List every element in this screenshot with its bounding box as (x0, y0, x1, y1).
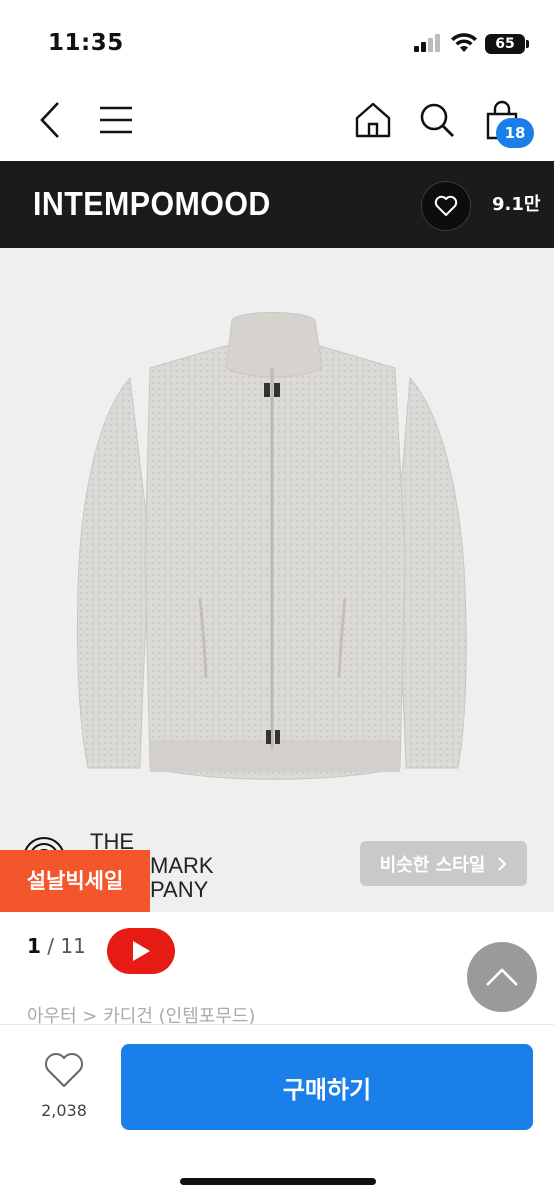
home-indicator (180, 1178, 376, 1185)
play-icon (133, 941, 150, 961)
search-icon (420, 103, 454, 137)
wifi-icon (451, 33, 477, 52)
product-image[interactable]: THE MARK PANY (0, 248, 554, 912)
cart-count-badge: 18 (496, 118, 534, 148)
search-button[interactable] (416, 80, 458, 160)
similar-style-button[interactable]: 비슷한 스타일 (360, 841, 527, 886)
brand-like-count: 9.1만 (492, 194, 541, 215)
top-nav (0, 80, 554, 160)
heart-icon (45, 1053, 83, 1087)
pager-separator: / (40, 934, 61, 958)
video-play-button[interactable] (107, 928, 175, 974)
heart-icon (434, 195, 458, 216)
wish-count: 2,038 (41, 1101, 87, 1120)
home-icon (355, 102, 391, 138)
brand-name[interactable]: INTEMPOMOOD (33, 185, 271, 223)
back-button[interactable] (30, 80, 70, 160)
cardigan-illustration (77, 312, 467, 780)
hamburger-icon (100, 106, 132, 134)
battery-icon: 65 (485, 34, 529, 54)
chevron-up-icon (486, 968, 518, 986)
brand-like-button[interactable] (421, 181, 471, 231)
status-bar: 11:35 65 (0, 0, 554, 80)
menu-button[interactable] (96, 80, 136, 160)
chevron-right-icon (498, 856, 507, 871)
sale-tag[interactable]: 설날빅세일 (0, 850, 150, 912)
pager-total: 11 (60, 934, 86, 958)
similar-style-label: 비슷한 스타일 (379, 854, 486, 876)
signal-icon (414, 34, 442, 52)
image-pager: 1 / 11 (27, 934, 86, 958)
buy-button[interactable]: 구매하기 (121, 1044, 533, 1130)
home-button[interactable] (352, 80, 394, 160)
chevron-left-icon (40, 102, 59, 138)
wish-button[interactable] (30, 1052, 98, 1094)
scroll-top-button[interactable] (467, 942, 537, 1012)
pager-current: 1 (27, 934, 41, 958)
status-time: 11:35 (48, 30, 124, 56)
